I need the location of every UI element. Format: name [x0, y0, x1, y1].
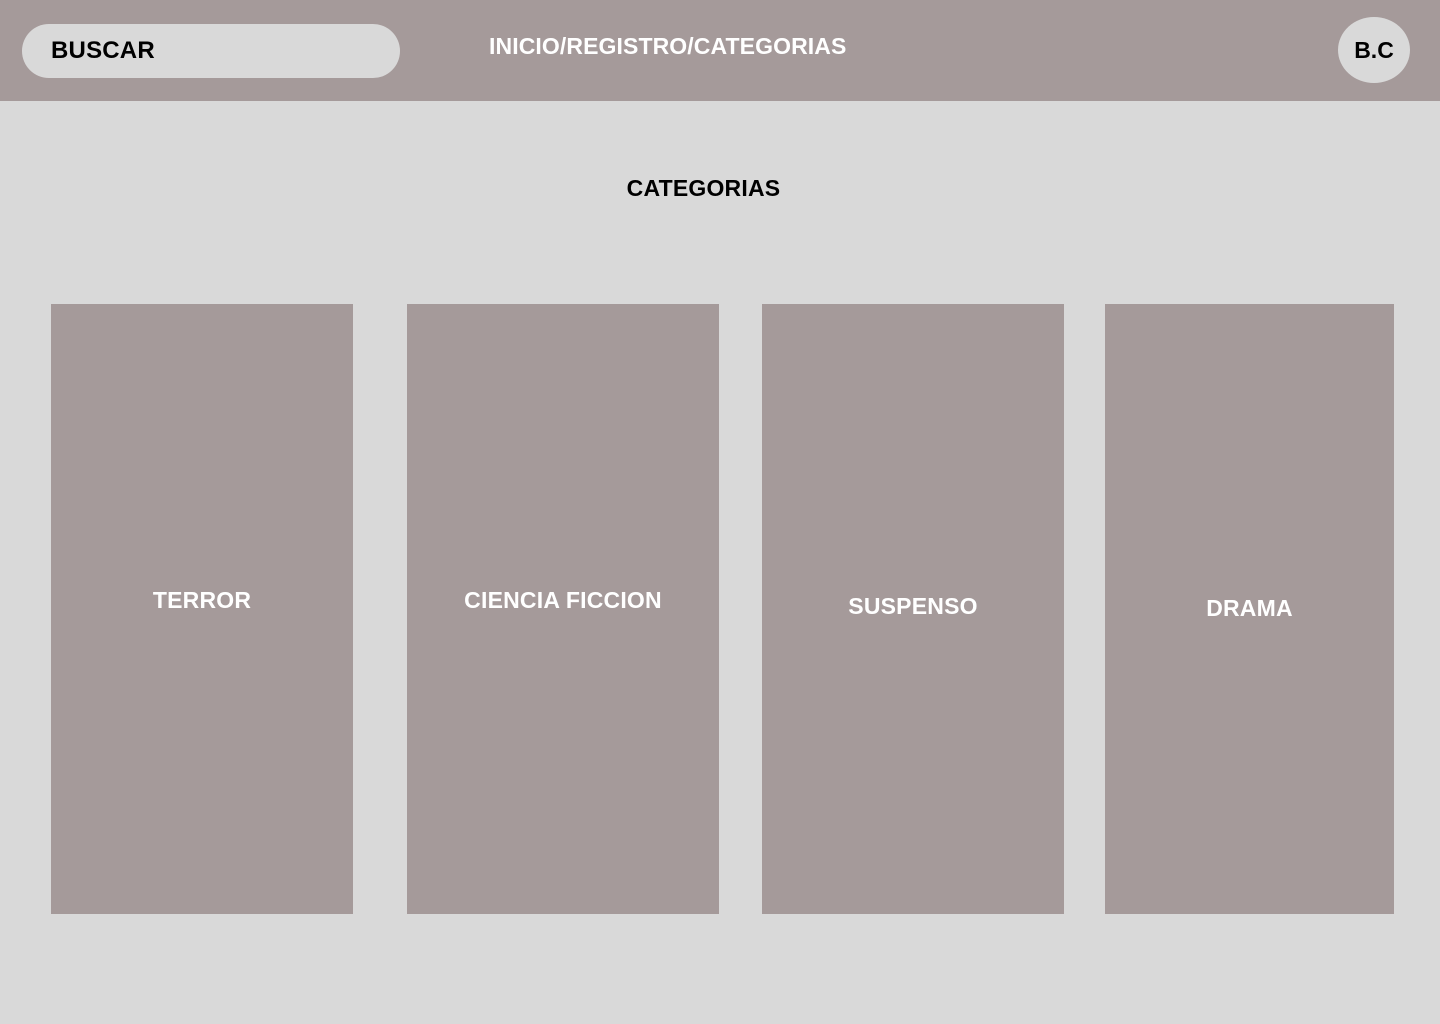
category-label: SUSPENSO — [848, 593, 978, 619]
category-card-drama[interactable]: DRAMA — [1105, 304, 1394, 914]
category-label: TERROR — [152, 587, 252, 613]
category-card-terror[interactable]: TERROR — [51, 304, 353, 914]
category-label: CIENCIA FICCION — [464, 587, 662, 613]
avatar[interactable]: B.C — [1338, 17, 1410, 83]
category-card-suspenso[interactable]: SUSPENSO — [762, 304, 1064, 914]
top-navigation-bar: BUSCAR INICIO/REGISTRO/CATEGORIAS B.C — [0, 0, 1440, 101]
page-title: CATEGORIAS — [626, 175, 781, 202]
search-input[interactable]: BUSCAR — [22, 24, 400, 78]
category-label: DRAMA — [1206, 595, 1293, 621]
search-label: BUSCAR — [51, 37, 155, 64]
breadcrumb-navigation[interactable]: INICIO/REGISTRO/CATEGORIAS — [489, 33, 846, 60]
category-card-ciencia-ficcion[interactable]: CIENCIA FICCION — [407, 304, 719, 914]
